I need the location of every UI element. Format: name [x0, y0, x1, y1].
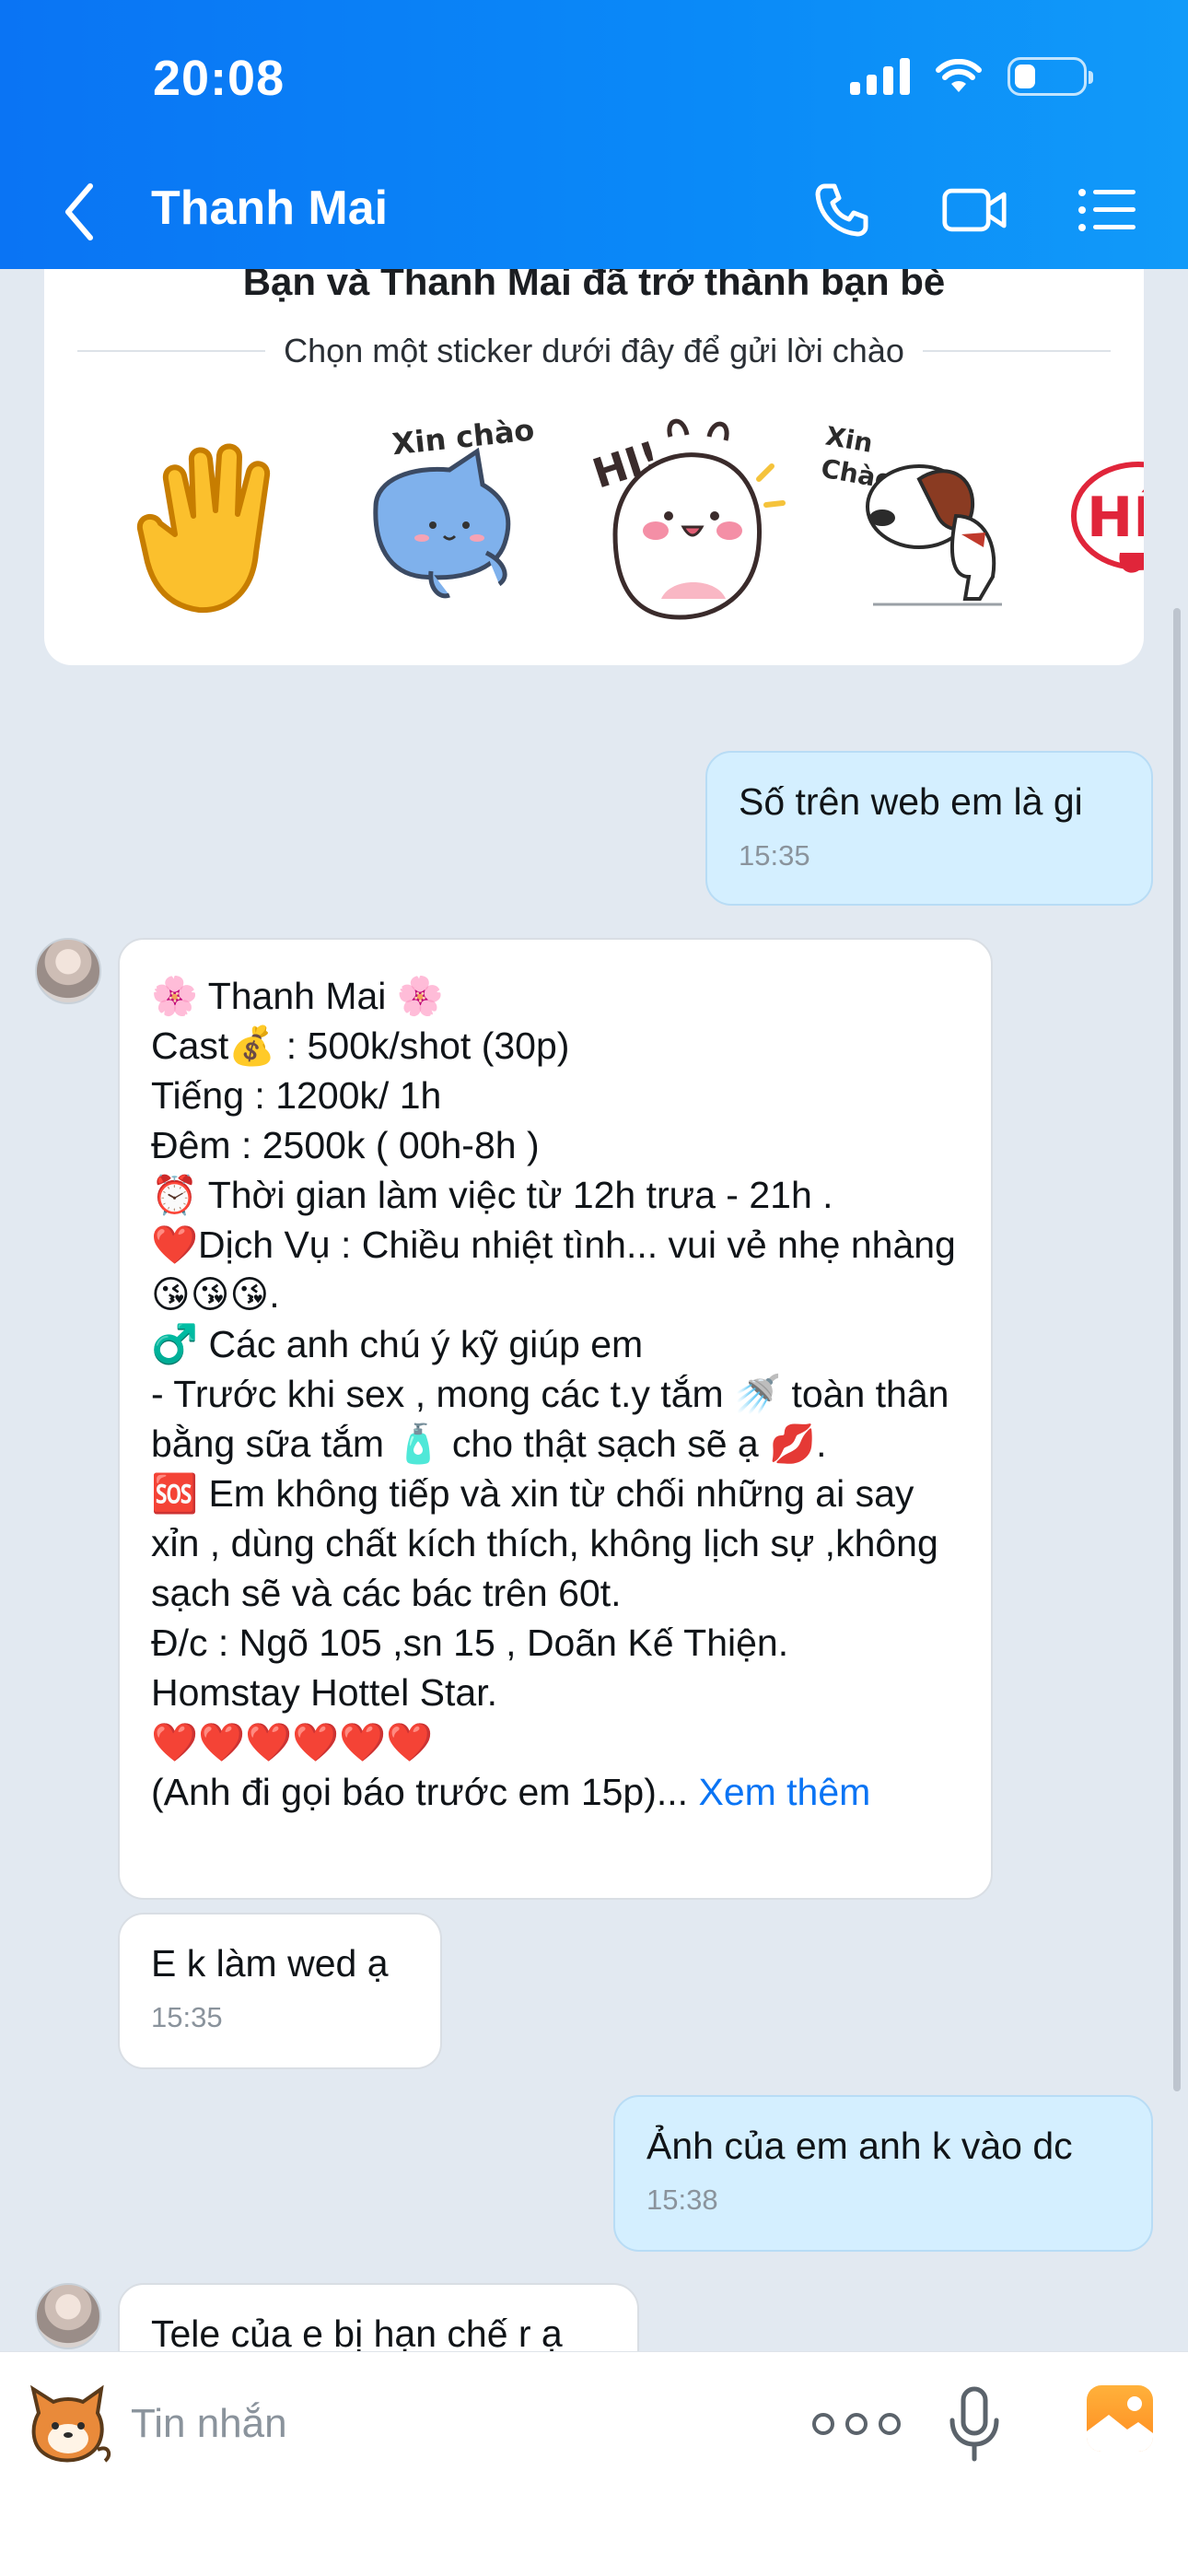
more-icon — [879, 2413, 901, 2435]
battery-fill — [1015, 64, 1036, 88]
message-composer — [0, 2351, 1188, 2576]
wifi-icon — [936, 59, 982, 92]
sticker-label: Xin — [823, 420, 875, 458]
status-icons — [850, 57, 1093, 96]
message-time: 15:38 — [646, 2184, 718, 2216]
battery-icon — [1007, 57, 1093, 96]
voice-record-button[interactable] — [945, 2383, 1004, 2465]
back-icon — [65, 183, 93, 240]
phone-icon — [815, 183, 868, 237]
video-call-button[interactable] — [941, 177, 1007, 243]
message-bubble-incoming[interactable]: 🌸 Thanh Mai 🌸 Cast💰 : 500k/shot (30p) Ti… — [118, 938, 993, 1900]
header-actions — [809, 177, 1140, 243]
signal-icon — [850, 58, 910, 95]
divider — [77, 350, 266, 352]
status-time: 20:08 — [153, 51, 285, 106]
sticker-button[interactable] — [20, 2376, 116, 2472]
dog-bow-sticker[interactable]: Xin Chào — [818, 415, 1030, 636]
message-bubble-outgoing[interactable]: Số trên web em là gi 15:35 — [705, 751, 1153, 906]
divider — [922, 350, 1112, 352]
sticker-label: Xin chào — [390, 415, 536, 462]
more-button[interactable] — [801, 2395, 912, 2453]
chat-title[interactable]: Thanh Mai — [151, 181, 388, 236]
menu-list-icon — [1078, 189, 1136, 231]
message-input[interactable] — [131, 2380, 775, 2468]
voice-call-button[interactable] — [809, 177, 875, 243]
sticker-row: Xin chào HI! Xin Chào H — [44, 412, 1144, 636]
back-button[interactable] — [53, 175, 109, 249]
chat-screen: 20:08 Thanh Mai Bạn và Thanh Mai đã trở … — [0, 0, 1188, 2576]
scrollbar[interactable] — [1173, 608, 1181, 2091]
mic-icon — [949, 2386, 999, 2462]
sticker-hint: Chọn một sticker dưới đây để gửi lời chà… — [284, 332, 904, 369]
message-bubble-incoming[interactable]: E k làm wed ạ 15:35 — [118, 1913, 442, 2069]
partial-sticker[interactable]: HÊ — [1065, 415, 1144, 636]
image-icon — [1087, 2385, 1153, 2452]
avatar[interactable] — [35, 938, 101, 1004]
sticker-hint-row: Chọn một sticker dưới đây để gửi lời chà… — [77, 332, 1112, 370]
chat-options-button[interactable] — [1074, 177, 1140, 243]
avatar[interactable] — [35, 2283, 101, 2349]
video-call-icon — [942, 188, 1007, 232]
bunny-hi-sticker[interactable]: HI! — [578, 415, 790, 636]
message-time: 15:35 — [151, 2001, 223, 2033]
see-more-link[interactable]: Xem thêm — [698, 1771, 870, 1813]
message-text: Số trên web em là gi — [739, 780, 1083, 823]
sticker-icon — [29, 2384, 111, 2463]
message-time: 15:35 — [739, 839, 810, 872]
sticker-label: HÊ — [1087, 484, 1144, 550]
message-text: E k làm wed ạ — [151, 1942, 389, 1985]
message-bubble-outgoing[interactable]: Ảnh của em anh k vào dc 15:38 — [613, 2095, 1153, 2252]
more-icon — [812, 2413, 834, 2435]
message-text: 🌸 Thanh Mai 🌸 Cast💰 : 500k/shot (30p) Ti… — [151, 975, 956, 1813]
wave-hand-sticker[interactable] — [120, 415, 332, 636]
photo-button[interactable] — [1085, 2383, 1155, 2453]
more-icon — [845, 2413, 868, 2435]
message-text: Ảnh của em anh k vào dc — [646, 2125, 1073, 2167]
blue-cat-sticker[interactable]: Xin chào — [348, 412, 560, 636]
chat-header: 20:08 Thanh Mai — [0, 0, 1188, 269]
